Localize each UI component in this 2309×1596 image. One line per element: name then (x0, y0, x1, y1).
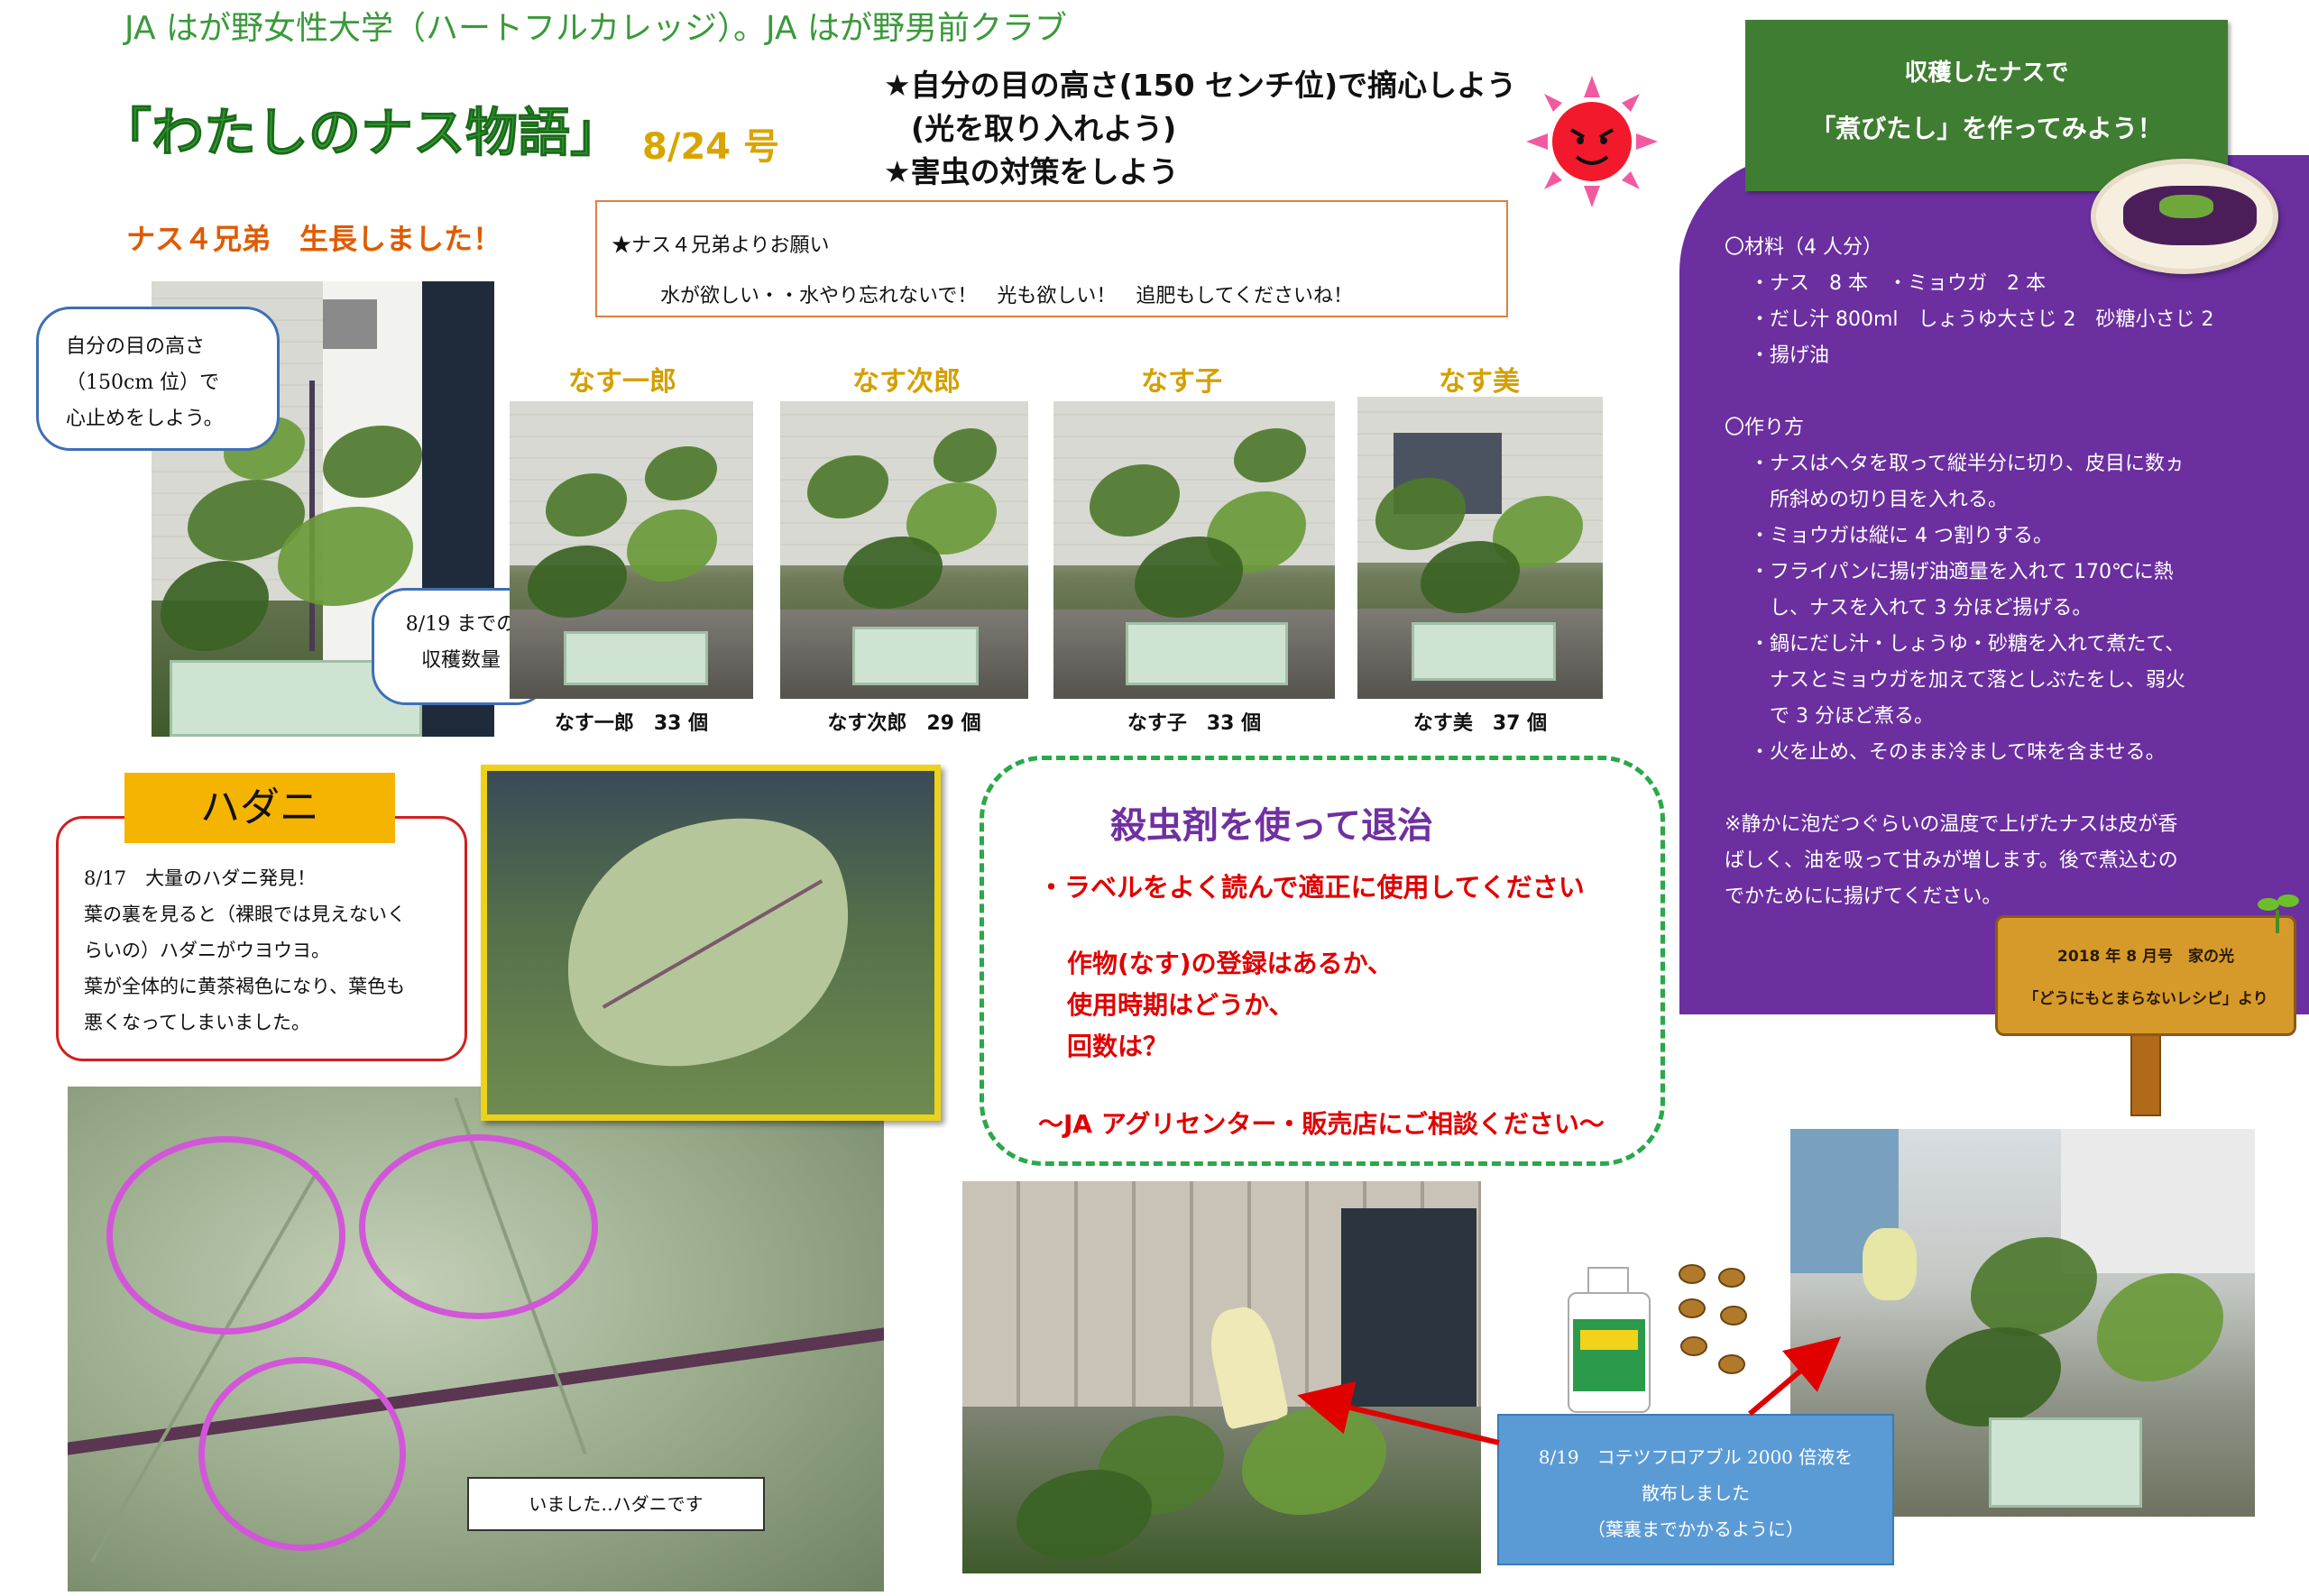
mite-text-4: 葉が全体的に黄茶褐色になり、葉色も (84, 976, 406, 997)
leaf-back-photo (481, 765, 941, 1121)
org-line: JA はが野女性大学（ハートフルカレッジ）。JA はが野男前クラブ (124, 10, 1068, 47)
sign-line-1: 2018 年 8 月号 家の光 (2057, 948, 2234, 966)
pesticide-check-3: 回数は？ (1067, 1032, 1169, 1061)
step-line-7: ナスとミョウガを加えて落としぶたをし、弱火 (1750, 669, 2185, 692)
recipe-source-sign: 2018 年 8 月号 家の光 「どうにもとまらないレシピ」より (1995, 915, 2296, 1036)
recipe-content: 〇材料（4 人分） ・ナス 8 本 ・ミョウガ 2 本 ・だし汁 800ml し… (1725, 230, 2302, 915)
mite-photo-callout: いました‥ハダニです (467, 1477, 765, 1531)
plant-name-4: なす美 (1439, 366, 1520, 398)
plant-photo-1 (510, 401, 753, 699)
pesticide-check-2: 使用時期はどうか、 (1067, 990, 1294, 1020)
step-line-3: ・ミョウガは縦に 4 つ割りする。 (1750, 525, 2053, 547)
page-title: 「わたしのナス物語」 (98, 102, 623, 164)
steps-heading: 〇作り方 (1725, 417, 1805, 439)
plant-photo-3 (1053, 401, 1335, 699)
mite-text-5: 悪くなってしまいました。 (84, 1012, 310, 1033)
spray-note-line-2: 散布しました (1642, 1482, 1750, 1504)
mite-highlight-circle-2 (359, 1134, 598, 1319)
mite-text-3: らいの）ハダニがウヨウヨ。 (84, 940, 330, 961)
plant-count-4: なす美 37 個 (1412, 712, 1548, 735)
recipe-note-2: ばしく、油を吸って甘みが増します。後で煮込むの (1725, 849, 2178, 872)
sign-line-2: 「どうにもとまらないレシピ」より (2023, 990, 2268, 1008)
mite-highlight-circle-3 (198, 1357, 406, 1551)
sprout-icon (2258, 894, 2299, 933)
mite-text-box: 8/17 大量のハダニ発見！ 葉の裏を見ると（裸眼では見えないく らいの）ハダニ… (56, 816, 467, 1061)
plant-count-1: なす一郎 33 個 (554, 712, 709, 735)
mite-text-2: 葉の裏を見ると（裸眼では見えないく (84, 903, 406, 925)
recipe-note-1: ※静かに泡だつぐらいの温度で上げたナスは皮が香 (1725, 813, 2178, 836)
ingredient-3: ・揚げ油 (1750, 344, 1830, 367)
ingredients-heading: 〇材料（4 人分） (1725, 236, 1882, 259)
pesticide-consult: ～JA アグリセンター・販売店にご相談ください～ (1038, 1109, 1605, 1139)
pesticide-check-1: 作物(なす)の登録はあるか、 (1067, 949, 1394, 978)
eye-callout-line-2: （150cm 位）で (66, 371, 220, 394)
mite-heading: ハダニ (124, 773, 395, 843)
mite-highlight-circle-1 (106, 1136, 345, 1335)
arrow-icons (1297, 1336, 1842, 1445)
eye-callout-line-3: 心止めをしよう。 (66, 408, 224, 430)
issue-number: 8/24 号 (642, 126, 780, 168)
tip-2: (光を取り入れよう) (911, 111, 1177, 146)
sun-icon (1526, 76, 1658, 207)
request-body: 水が欲しい・・水やり忘れないで！ 光も欲しい！ 追肥もしてくださいね！ (660, 285, 1354, 307)
ingredient-1: ・ナス 8 本 ・ミョウガ 2 本 (1750, 272, 2046, 295)
plant-photo-4 (1357, 397, 1603, 699)
tip-3: ★害虫の対策をしよう (884, 154, 1179, 189)
step-line-8: で 3 分ほど煮る。 (1750, 705, 1934, 728)
step-line-4: ・フライパンに揚げ油適量を入れて 170℃に熱 (1750, 561, 2174, 583)
request-title: ★ナス４兄弟よりお願い (612, 234, 830, 257)
recipe-note-3: でかためにに揚げてください。 (1725, 885, 2002, 908)
step-line-2: 所斜めの切り目を入れる。 (1750, 489, 2009, 511)
mite-text-1: 8/17 大量のハダニ発見！ (84, 867, 317, 889)
step-line-9: ・火を止め、そのまま冷まして味を含ませる。 (1750, 741, 2166, 764)
plant-name-2: なす次郎 (852, 366, 961, 398)
recipe-banner-line-2: 「煮びたし」を作ってみよう！ (1810, 114, 2163, 143)
eye-height-callout: 自分の目の高さ （150cm 位）で 心止めをしよう。 (36, 307, 280, 451)
step-line-6: ・鍋にだし汁・しょうゆ・砂糖を入れて煮たて、 (1750, 633, 2185, 656)
plant-count-3: なす子 33 個 (1127, 712, 1262, 735)
request-box: ★ナス４兄弟よりお願い 水が欲しい・・水やり忘れないで！ 光も欲しい！ 追肥もし… (595, 200, 1508, 317)
step-line-1: ・ナスはヘタを取って縦半分に切り、皮目に数ヵ (1750, 453, 2185, 475)
plant-photo-2 (780, 401, 1028, 699)
plant-name-1: なす一郎 (568, 366, 676, 398)
plant-name-3: なす子 (1141, 366, 1222, 398)
plant-count-2: なす次郎 29 個 (827, 712, 981, 735)
growth-heading: ナス４兄弟 生長しました！ (126, 222, 502, 256)
ingredient-2: ・だし汁 800ml しょうゆ大さじ 2 砂糖小さじ 2 (1750, 308, 2214, 331)
recipe-banner-line-1: 収穫したナスで (1904, 60, 2069, 87)
step-line-5: し、ナスを入れて 3 分ほど揚げる。 (1750, 597, 2093, 619)
spray-note-line-3: （葉裏までかかるように） (1587, 1518, 1804, 1540)
pesticide-box: 殺虫剤を使って退治 ・ラベルをよく読んで適正に使用してください 作物(なす)の登… (980, 756, 1665, 1166)
eye-callout-line-1: 自分の目の高さ (66, 335, 206, 358)
pesticide-subtitle: ・ラベルをよく読んで適正に使用してください (1038, 872, 1585, 903)
pesticide-title: 殺虫剤を使って退治 (1110, 805, 1433, 847)
tip-1: ★自分の目の高さ(150 センチ位)で摘心しよう (884, 68, 1517, 103)
